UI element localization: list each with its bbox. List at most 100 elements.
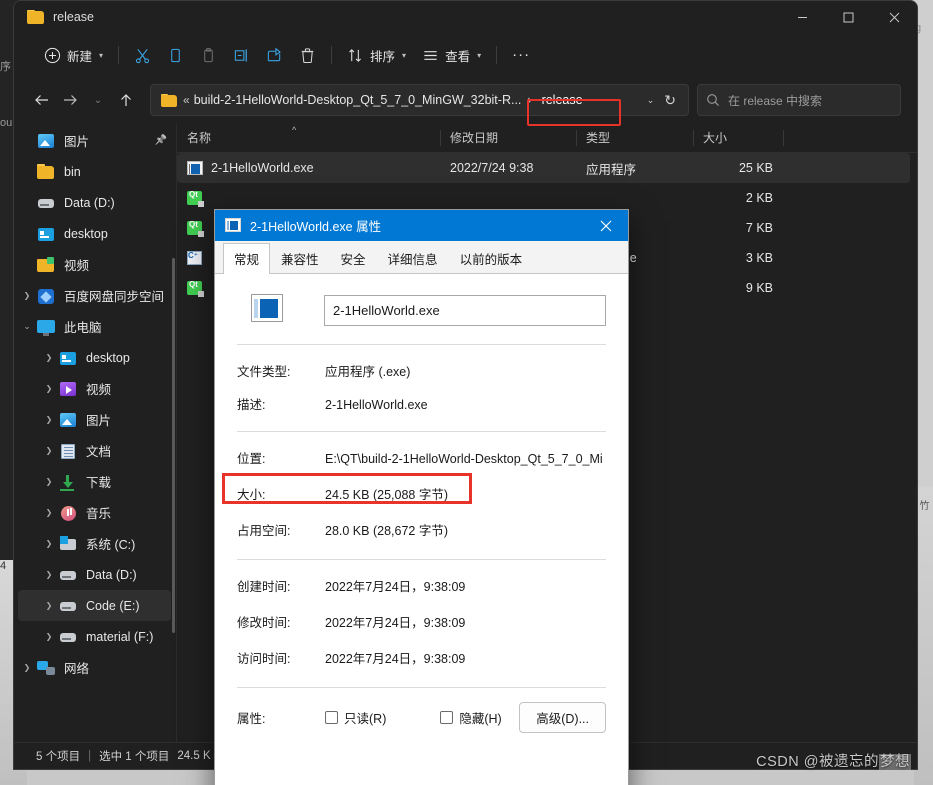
sidebar-item-label: Code (E:) xyxy=(86,598,140,613)
column-header-name-label: 名称 xyxy=(187,131,212,145)
breadcrumb-path[interactable]: build-2-1HelloWorld-Desktop_Qt_5_7_0_Min… xyxy=(194,93,522,107)
chevron-right-icon[interactable]: ❯ xyxy=(40,601,58,610)
delete-button[interactable] xyxy=(291,40,324,70)
close-button[interactable] xyxy=(871,1,917,33)
breadcrumb-overflow-icon[interactable]: « xyxy=(183,93,190,107)
sidebar-item-13[interactable]: ❯ 系统 (C:) xyxy=(18,528,171,559)
chevron-right-icon[interactable]: ❯ xyxy=(18,663,36,672)
tab-0[interactable]: 常规 xyxy=(223,243,271,275)
sidebar-item-2[interactable]: Data (D:) xyxy=(18,187,171,218)
chevron-right-icon[interactable]: ❯ xyxy=(40,384,58,393)
sidebar-item-6[interactable]: ⌄ 此电脑 xyxy=(18,311,171,342)
field-size-on-disk: 占用空间: 28.0 KB (28,672 字节) xyxy=(237,520,606,539)
back-button[interactable] xyxy=(28,86,56,114)
readonly-checkbox[interactable]: 只读(R) xyxy=(325,708,386,727)
status-item-count: 5 个项目 xyxy=(36,751,81,763)
new-button[interactable]: 新建 ▾ xyxy=(36,40,111,70)
more-button[interactable]: ··· xyxy=(504,40,538,70)
minimize-button[interactable] xyxy=(779,1,825,33)
plus-circle-icon xyxy=(44,47,61,63)
drive-icon xyxy=(58,597,78,615)
chevron-right-icon[interactable]: ❯ xyxy=(40,632,58,641)
window-title: release xyxy=(53,10,94,24)
sidebar-item-9[interactable]: ❯ 图片 xyxy=(18,404,171,435)
address-bar[interactable]: « build-2-1HelloWorld-Desktop_Qt_5_7_0_M… xyxy=(150,84,689,116)
tab-1[interactable]: 兼容性 xyxy=(270,243,330,274)
copy-button[interactable] xyxy=(159,40,192,70)
column-header-type[interactable]: 类型 xyxy=(576,123,693,153)
pin-icon[interactable]: 📌 xyxy=(155,135,167,146)
field-size-value: 24.5 KB (25,088 字节) xyxy=(325,488,448,502)
chevron-right-icon[interactable]: ❯ xyxy=(40,415,58,424)
sort-button-label: 排序 xyxy=(370,49,396,64)
dialog-content-general: 2-1HelloWorld.exe 文件类型: 应用程序 (.exe) 描述: … xyxy=(215,274,628,785)
breadcrumb-current[interactable]: release xyxy=(538,90,605,110)
sidebar-item-label: 音乐 xyxy=(86,507,112,521)
tab-4[interactable]: 以前的版本 xyxy=(449,243,534,274)
chevron-right-icon[interactable]: ❯ xyxy=(40,477,58,486)
table-row[interactable]: 2-1HelloWorld.exe 2022/7/24 9:38 应用程序 25 KB xyxy=(177,153,910,183)
chevron-right-icon[interactable]: ❯ xyxy=(40,446,58,455)
attributes-row: 属性: 只读(R) 隐藏(H) 高级(D)... xyxy=(237,702,606,733)
chevron-right-icon[interactable]: ❯ xyxy=(40,353,58,362)
sidebar-item-5[interactable]: ❯ 百度网盘同步空间 xyxy=(18,280,171,311)
chevron-down-icon[interactable]: ⌄ xyxy=(18,321,36,332)
sidebar-item-12[interactable]: ❯ 音乐 xyxy=(18,497,171,528)
hidden-label: 隐藏(H) xyxy=(459,712,502,726)
column-header-date[interactable]: 修改日期 xyxy=(440,123,576,153)
maximize-button[interactable] xyxy=(825,1,871,33)
checkbox-box-readonly[interactable] xyxy=(325,711,338,724)
sidebar-item-17[interactable]: ❯ 网络 xyxy=(18,652,171,683)
chevron-right-icon[interactable]: ❯ xyxy=(40,508,58,517)
file-name-input[interactable]: 2-1HelloWorld.exe xyxy=(324,294,606,326)
chevron-right-icon[interactable]: ❯ xyxy=(40,570,58,579)
sidebar-item-7[interactable]: ❯ desktop xyxy=(18,342,171,373)
forward-button[interactable] xyxy=(56,86,84,114)
recent-locations-button[interactable]: ⌄ xyxy=(84,86,112,114)
sidebar-item-label: 图片 xyxy=(86,414,112,428)
sidebar-item-0[interactable]: 图片 📌 xyxy=(18,125,171,156)
field-modified-key: 修改时间: xyxy=(237,616,291,630)
sort-ascending-icon: ^ xyxy=(292,124,297,135)
sidebar-item-3[interactable]: desktop xyxy=(18,218,171,249)
sidebar-item-4[interactable]: 视频 xyxy=(18,249,171,280)
checkbox-box-hidden[interactable] xyxy=(440,711,454,724)
share-button[interactable] xyxy=(258,40,291,70)
dialog-close-button[interactable] xyxy=(584,210,628,241)
sidebar-item-15[interactable]: ❯ Code (E:) xyxy=(18,590,171,621)
column-header-size[interactable]: 大小 xyxy=(693,123,783,153)
sidebar-item-14[interactable]: ❯ Data (D:) xyxy=(18,559,171,590)
column-headers: 名称 ^ 修改日期 类型 大小 xyxy=(177,123,917,153)
documents-icon xyxy=(58,442,78,460)
tab-2[interactable]: 安全 xyxy=(330,243,377,274)
tab-3[interactable]: 详细信息 xyxy=(377,243,449,274)
sidebar-item-1[interactable]: bin xyxy=(18,156,171,187)
command-toolbar: 新建 ▾ 排序 ▾ 查看 ▾ ··· xyxy=(14,33,917,77)
cell-size: 25 KB xyxy=(738,161,773,175)
sidebar-item-16[interactable]: ❯ material (F:) xyxy=(18,621,171,652)
watermark-boxed-text: 梦想 xyxy=(879,754,911,770)
field-created-value: 2022年7月24日，9:38:09 xyxy=(325,580,466,594)
chevron-right-icon[interactable]: ❯ xyxy=(40,539,58,548)
column-header-name[interactable]: 名称 ^ xyxy=(177,123,440,153)
field-location-value: E:\QT\build-2-1HelloWorld-Desktop_Qt_5_7… xyxy=(325,452,603,466)
sidebar-item-8[interactable]: ❯ 视频 xyxy=(18,373,171,404)
cut-button[interactable] xyxy=(126,40,159,70)
rename-button[interactable] xyxy=(225,40,258,70)
paste-button[interactable] xyxy=(192,40,225,70)
view-button[interactable]: 查看 ▾ xyxy=(414,40,489,70)
address-dropdown-icon[interactable]: ⌄ xyxy=(639,95,663,106)
advanced-button[interactable]: 高级(D)... xyxy=(519,702,606,733)
sidebar-item-label: 视频 xyxy=(64,259,90,273)
sidebar-item-11[interactable]: ❯ 下载 xyxy=(18,466,171,497)
hidden-checkbox[interactable]: 隐藏(H) xyxy=(440,708,502,727)
sort-button[interactable]: 排序 ▾ xyxy=(339,40,414,70)
up-button[interactable] xyxy=(112,86,140,114)
chevron-right-icon[interactable]: ❯ xyxy=(18,291,36,300)
file-name-row: 2-1HelloWorld.exe xyxy=(237,294,606,326)
refresh-icon[interactable]: ↻ xyxy=(662,92,682,109)
search-box[interactable]: 在 release 中搜索 xyxy=(697,84,901,116)
baidu-netdisk-icon xyxy=(36,287,56,305)
sidebar-item-10[interactable]: ❯ 文档 xyxy=(18,435,171,466)
sidebar-scrollbar[interactable] xyxy=(172,258,175,633)
